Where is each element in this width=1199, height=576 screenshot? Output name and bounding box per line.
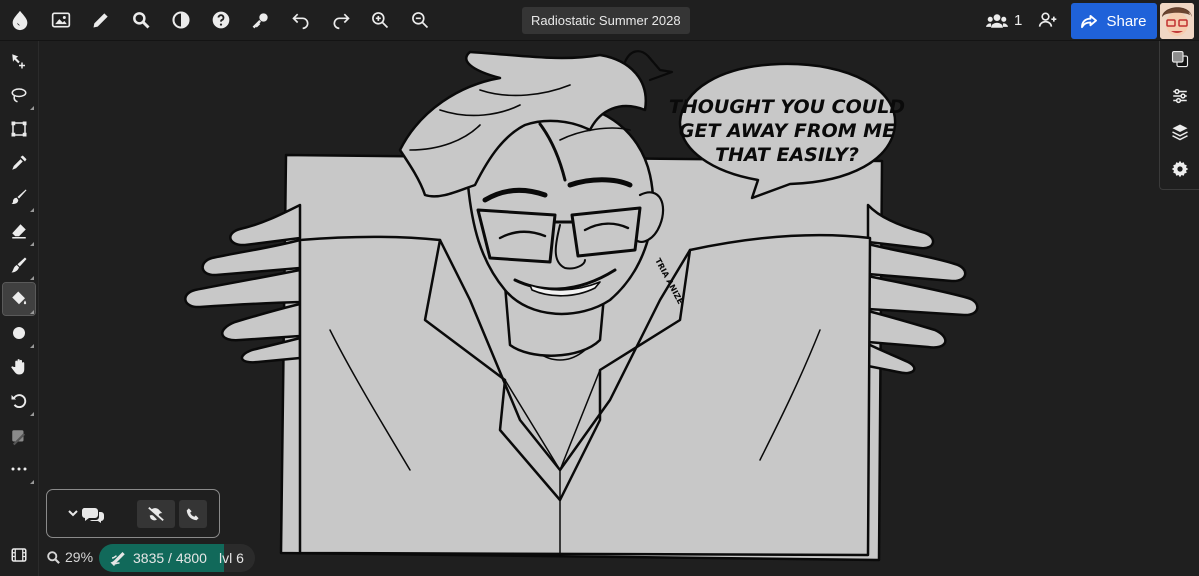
share-icon — [1081, 14, 1098, 28]
app-logo-icon[interactable] — [4, 4, 36, 36]
sliders-icon — [1173, 88, 1187, 104]
users-icon — [986, 13, 1008, 28]
settings-button[interactable] — [1168, 157, 1192, 181]
adjust-icon[interactable] — [165, 4, 197, 36]
online-count: 1 — [1014, 12, 1023, 29]
layers-button[interactable] — [1168, 120, 1192, 144]
brush-tool[interactable] — [3, 181, 35, 213]
smudge-tool[interactable] — [3, 249, 35, 281]
magnifier-icon — [47, 550, 60, 564]
color-swatch-icon — [1171, 50, 1189, 68]
redo-icon[interactable] — [325, 4, 357, 36]
zoom-indicator[interactable]: 29% — [46, 547, 93, 567]
shape-tool[interactable] — [3, 317, 35, 349]
film-icon — [11, 548, 27, 562]
more-tools[interactable] — [3, 453, 35, 485]
paint-bucket-icon — [12, 291, 27, 305]
phone-icon — [186, 508, 199, 521]
search-icon[interactable] — [125, 4, 157, 36]
lasso-icon — [11, 88, 27, 103]
level-text: lvl 6 — [218, 550, 244, 566]
mute-icon — [148, 507, 164, 521]
smudge-icon — [11, 257, 27, 273]
move-tool[interactable] — [3, 45, 35, 77]
transform-icon — [11, 121, 27, 137]
zoom-level: 29% — [65, 549, 94, 565]
circle-icon — [13, 327, 25, 339]
zoom-in-icon[interactable] — [364, 4, 396, 36]
avatar[interactable] — [1160, 3, 1194, 39]
speech-line-2: GET AWAY FROM ME — [679, 120, 895, 142]
xp-progress: 3835 / 4800 lvl 6 — [99, 544, 255, 572]
call-button[interactable] — [179, 500, 207, 528]
color-swatch-tool[interactable] — [3, 421, 35, 453]
add-user-icon[interactable] — [1032, 4, 1064, 36]
move-icon — [12, 54, 25, 69]
share-label: Share — [1106, 12, 1147, 30]
rotate-tool[interactable] — [3, 385, 35, 417]
eraser-tool[interactable] — [3, 215, 35, 247]
adjustments-button[interactable] — [1168, 84, 1192, 108]
left-toolbar — [0, 41, 39, 576]
pencil-icon[interactable] — [85, 4, 117, 36]
brush-icon — [11, 189, 27, 204]
chat-icon — [68, 508, 104, 523]
lasso-tool[interactable] — [3, 79, 35, 111]
eyedropper-icon — [12, 155, 27, 170]
online-users[interactable]: 1 — [986, 7, 1022, 34]
xp-text: 3835 / 4800 — [133, 550, 207, 566]
eyedropper-tool[interactable] — [3, 147, 35, 179]
fill-tool[interactable] — [2, 282, 36, 316]
hand-icon — [11, 359, 25, 375]
right-panel — [1159, 41, 1199, 190]
color-picker[interactable] — [1168, 47, 1192, 71]
chat-toggle-button[interactable] — [61, 500, 111, 528]
color-swatch-icon — [12, 430, 26, 446]
document-title[interactable]: Radiostatic Summer 2028 — [522, 7, 690, 34]
layers-icon — [1172, 124, 1188, 141]
right-hand — [866, 203, 979, 375]
top-toolbar: Radiostatic Summer 2028 1 Share — [0, 0, 1199, 41]
brush-stroke-icon — [110, 552, 125, 566]
undo-icon[interactable] — [285, 4, 317, 36]
rotate-icon — [11, 394, 27, 409]
share-button[interactable]: Share — [1071, 3, 1157, 39]
speech-line-3: THAT EASILY? — [715, 144, 859, 166]
transform-tool[interactable] — [3, 113, 35, 145]
voice-mute-button[interactable] — [137, 500, 175, 528]
timeline-tool[interactable] — [3, 539, 35, 571]
image-icon[interactable] — [45, 4, 77, 36]
help-icon[interactable] — [205, 4, 237, 36]
eraser-icon — [12, 224, 26, 239]
key-icon[interactable] — [245, 4, 277, 36]
gear-icon — [1171, 160, 1189, 178]
hand-tool[interactable] — [3, 351, 35, 383]
more-icon — [11, 467, 27, 471]
speech-line-1: THOUGHT YOU COULD — [669, 96, 905, 118]
chat-popup — [46, 489, 220, 538]
zoom-out-icon[interactable] — [404, 4, 436, 36]
